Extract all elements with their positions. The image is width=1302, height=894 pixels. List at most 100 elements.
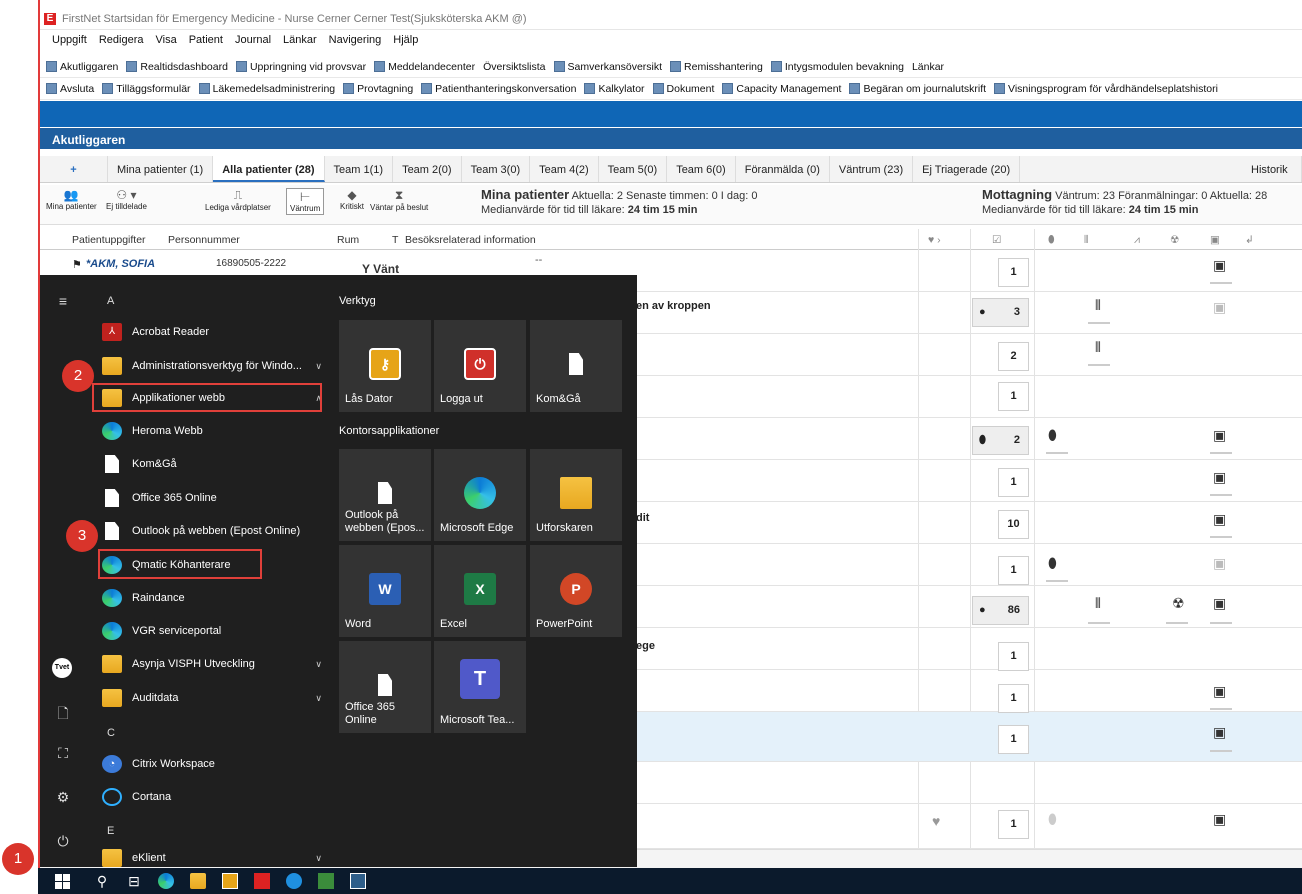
tile-utforskaren[interactable]: Utforskaren [530,449,622,541]
pill-icon[interactable]: ⬮ [1048,234,1055,247]
pill-icon[interactable]: ⬮ [1048,428,1057,442]
app-auditdata[interactable]: Auditdata ∨ [102,685,328,711]
taskbar-app-dark[interactable] [342,868,374,894]
heart-icon[interactable]: ♥ › [928,234,941,246]
app-citrix-workspace[interactable]: ◔ Citrix Workspace [102,751,328,777]
task-view-icon[interactable]: ⊟ [118,868,150,894]
medkit-icon[interactable]: ▣ [1210,234,1220,246]
patient-name[interactable]: *AKM, SOFIA [86,258,155,270]
app-heroma-webb[interactable]: Heroma Webb [102,418,328,444]
filter-ej-tilldelade[interactable]: ⚇ ▾ Ej tilldelade [106,188,147,211]
add-tab-button[interactable]: + [40,156,108,182]
medkit-icon[interactable]: ▣ [1213,300,1226,314]
tab-mina-patienter[interactable]: Mina patienter (1) [108,156,214,182]
test-tube-icon[interactable]: ⫴ [1095,340,1101,354]
menu-hjalp[interactable]: Hjälp [393,34,418,46]
col-besoksinformation[interactable]: Besöksrelaterad information [405,234,536,246]
app-vgr-serviceportal[interactable]: VGR serviceportal [102,618,328,644]
medkit-icon[interactable]: ▣ [1213,428,1226,442]
toolbar-visningsprogram[interactable]: Visningsprogram för vårdhändelseplatshis… [994,83,1218,95]
col-patientuppgifter[interactable]: Patientuppgifter [72,234,146,246]
test-tube-icon[interactable]: ⫴ [1095,298,1101,312]
status-count[interactable]: 1 [998,258,1029,287]
taskbar-lock[interactable] [214,868,246,894]
tile-microsoft-teams[interactable]: T Microsoft Tea... [434,641,526,733]
app-komga[interactable]: Kom&Gå [102,451,328,477]
radiation-icon[interactable]: ☢ [1172,596,1185,610]
tab-team-6[interactable]: Team 6(0) [667,156,736,182]
tile-word[interactable]: W Word [339,545,431,637]
status-count[interactable]: ⬮ 2 [972,426,1029,455]
tile-logga-ut[interactable]: ⏻ Logga ut [434,320,526,412]
status-count[interactable]: 1 [998,468,1029,497]
menu-redigera[interactable]: Redigera [99,34,144,46]
menu-patient[interactable]: Patient [189,34,223,46]
power-icon[interactable]: ⏻ [53,833,73,850]
settings-gear-icon[interactable]: ⚙ [53,789,73,806]
status-count[interactable]: 2 [998,342,1029,371]
taskbar-edge[interactable] [150,868,182,894]
tab-team-3[interactable]: Team 3(0) [462,156,531,182]
toolbar-lakemedelsadministrering[interactable]: Läkemedelsadministrering [198,83,335,95]
tab-historik[interactable]: Historik [1242,156,1302,182]
app-cortana[interactable]: Cortana [102,784,328,810]
status-count[interactable]: 1 [998,810,1029,839]
menu-visa[interactable]: Visa [156,34,177,46]
app-eklient[interactable]: eKlient ∨ [102,849,328,867]
tile-outlook-webb[interactable]: Outlook på webben (Epos... [339,449,431,541]
filter-mina-patienter[interactable]: 👥 Mina patienter [46,188,97,211]
menu-lankar[interactable]: Länkar [283,34,317,46]
status-count[interactable]: 1 [998,382,1029,411]
search-icon[interactable]: ⚲ [86,868,118,894]
status-count[interactable]: 10 [998,510,1029,539]
taskbar-app-blue[interactable] [278,868,310,894]
medkit-icon[interactable]: ▣ [1213,812,1226,826]
toolbar-tillaggsformular[interactable]: Tilläggsformulär [102,83,191,95]
toolbar-lankar[interactable]: Länkar [912,61,944,73]
tab-vantrum[interactable]: Väntrum (23) [830,156,914,182]
medkit-icon[interactable]: ▣ [1213,470,1226,484]
tab-ej-triagerade[interactable]: Ej Triagerade (20) [913,156,1021,182]
col-t[interactable]: T [392,234,398,246]
status-count[interactable]: 1 [998,684,1029,713]
tab-foranmalda[interactable]: Föranmälda (0) [736,156,830,182]
hamburger-icon[interactable]: ≡ [53,293,73,309]
toolbar-remisshantering[interactable]: Remisshantering [670,61,763,73]
tab-team-1[interactable]: Team 1(1) [325,156,394,182]
toolbar-samverkansoversikt[interactable]: Samverkansöversikt [553,61,662,73]
filter-vantrum[interactable]: ⊢ Väntrum [286,188,325,215]
status-count[interactable]: 1 [998,725,1029,754]
filter-lediga-vardplatser[interactable]: ⎍ Lediga vårdplatser [205,188,271,212]
filter-kritiskt[interactable]: ◆ Kritiskt [340,188,364,211]
col-personnummer[interactable]: Personnummer [168,234,240,246]
medkit-icon[interactable]: ▣ [1213,684,1226,698]
group-letter-e[interactable]: E [107,825,114,837]
tile-powerpoint[interactable]: P PowerPoint [530,545,622,637]
toolbar-provtagning[interactable]: Provtagning [343,83,413,95]
toolbar-uppringning[interactable]: Uppringning vid provsvar [235,61,366,73]
status-count[interactable]: ● 86 [972,596,1029,625]
app-asynja-visph[interactable]: Asynja VISPH Utveckling ∨ [102,651,328,677]
toolbar-journalutskrift[interactable]: Begäran om journalutskrift [849,83,986,95]
taskbar-file-explorer[interactable] [182,868,214,894]
start-button[interactable] [38,868,86,894]
col-rum[interactable]: Rum [337,234,359,246]
toolbar-patienthantering[interactable]: Patienthanteringskonversation [421,83,576,95]
medkit-icon[interactable]: ▣ [1213,512,1226,526]
status-count[interactable]: 1 [998,642,1029,671]
toolbar-meddelandecenter[interactable]: Meddelandecenter [374,61,475,73]
toolbar-oversiktslista[interactable]: Översiktslista [483,61,545,73]
status-count[interactable]: 1 [998,556,1029,585]
tile-office-365[interactable]: Office 365 Online [339,641,431,733]
app-raindance[interactable]: Raindance [102,585,328,611]
test-tube-icon[interactable]: ⫴ [1084,234,1088,247]
tile-komga[interactable]: Kom&Gå [530,320,622,412]
tile-excel[interactable]: X Excel [434,545,526,637]
ecg-icon[interactable]: ⩘ [1134,234,1140,247]
menu-journal[interactable]: Journal [235,34,271,46]
user-avatar[interactable]: Tvet [52,658,72,678]
toolbar-kalkylator[interactable]: Kalkylator [584,83,645,95]
toolbar-akutliggaren[interactable]: Akutliggaren [46,61,118,73]
group-letter-a[interactable]: A [107,295,114,307]
pictures-icon[interactable]: ⛶ [53,745,73,762]
